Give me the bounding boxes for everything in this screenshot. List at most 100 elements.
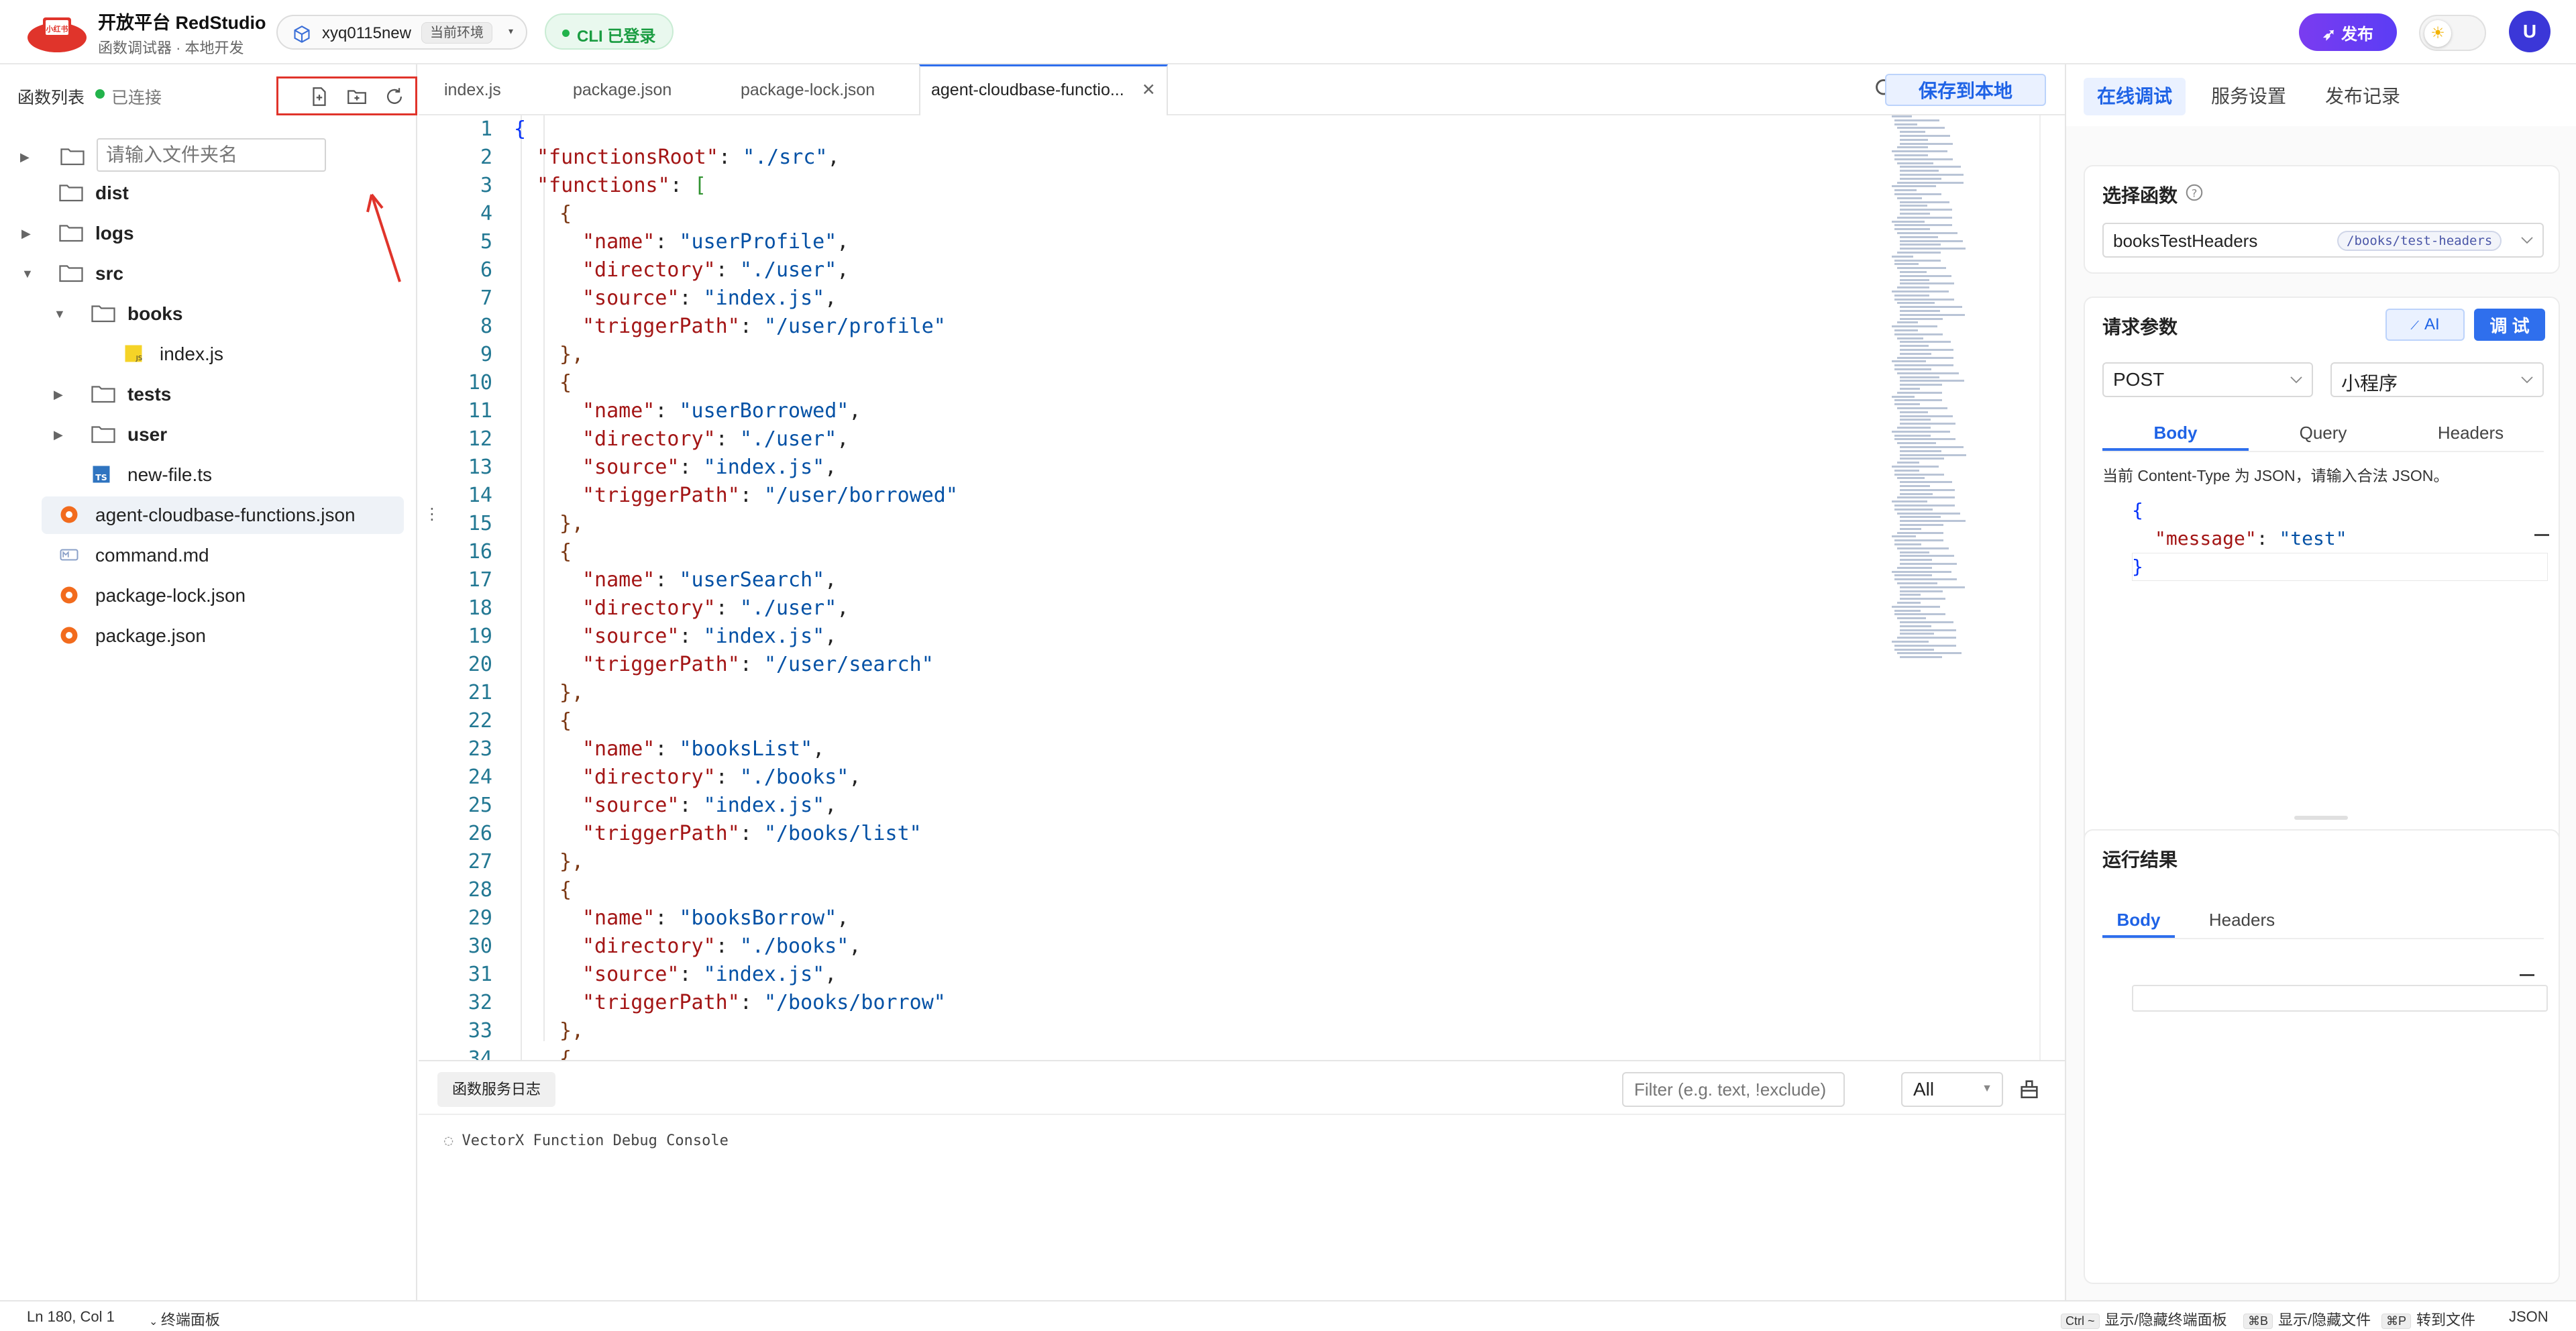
sidebar-title: 函数列表 — [17, 89, 85, 107]
brand-title: 开放平台 RedStudio — [98, 13, 266, 33]
tree-item-label: package.json — [95, 625, 207, 646]
clear-console-icon[interactable] — [2018, 1077, 2041, 1100]
tree-file[interactable]: command.md — [42, 537, 404, 574]
refresh-icon[interactable] — [383, 85, 406, 108]
tree-folder[interactable]: ▶ user — [42, 416, 404, 454]
tree-folder[interactable]: ▼ src — [21, 255, 404, 292]
tree-file[interactable]: package-lock.json — [42, 577, 404, 615]
minimap-line — [1894, 263, 1919, 266]
console-tab-function-logs[interactable]: 函数服务日志 — [437, 1072, 556, 1107]
client-select[interactable]: 小程序 — [2330, 362, 2544, 397]
json-open-brace: { — [2132, 499, 2143, 521]
method-select[interactable]: POST — [2102, 362, 2313, 397]
language-mode[interactable]: JSON — [2509, 1308, 2548, 1326]
avatar[interactable]: U — [2509, 11, 2551, 52]
ai-button[interactable]: ⟋ AI — [2385, 309, 2465, 341]
minimap-line — [1894, 609, 1921, 612]
tree-folder[interactable]: ▶ tests — [42, 376, 404, 413]
status-bar: Ln 180, Col 1 ⌄ 终端面板 Ctrl ~ 显示/隐藏终端面板 ⌘B 显… — [0, 1300, 2576, 1331]
chevron-right-icon[interactable]: ▶ — [20, 150, 30, 164]
tab-headers[interactable]: Headers — [2398, 415, 2544, 451]
log-filter-input[interactable] — [1622, 1072, 1845, 1107]
new-file-icon[interactable] — [308, 85, 331, 108]
tree-item-label: user — [127, 424, 168, 445]
minimap-line — [1900, 248, 1966, 250]
code-token: "./src" — [743, 146, 828, 169]
minimap-line — [1897, 181, 1964, 184]
minimap-line — [1894, 574, 1932, 577]
code-line: }, — [559, 848, 584, 876]
tab-query[interactable]: Query — [2250, 415, 2396, 451]
tree-file[interactable]: TS new-file.ts — [42, 456, 404, 494]
tab-service-settings[interactable]: 服务设置 — [2198, 78, 2300, 115]
minimap-line — [1900, 170, 1939, 172]
code-token: : — [715, 596, 740, 620]
log-level-select[interactable]: All ▼ — [1901, 1072, 2003, 1107]
theme-toggle[interactable]: ☀ — [2419, 15, 2486, 51]
terminal-toggle[interactable]: ⌄ 终端面板 — [149, 1308, 220, 1330]
close-icon[interactable]: ✕ — [1142, 81, 1156, 99]
chevron-right-icon[interactable]: ▶ — [54, 428, 63, 442]
code-token: "source" — [582, 794, 680, 817]
tab-result-body[interactable]: Body — [2102, 902, 2175, 938]
tab-label: agent-cloudbase-functio... — [931, 81, 1124, 99]
code-token: "directory" — [582, 935, 716, 958]
minimap-line — [1900, 559, 1932, 562]
chevron-right-icon[interactable]: ▶ — [21, 227, 31, 241]
panel-resize-handle[interactable] — [2294, 816, 2348, 820]
debug-button[interactable]: 调 试 — [2474, 309, 2545, 341]
code-line: "functions": [ — [537, 172, 706, 200]
environment-name: xyq0115new — [322, 24, 411, 42]
minimap-line — [1900, 656, 1942, 659]
minimap-line — [1900, 317, 1943, 320]
publish-button[interactable]: ➶ 发布 — [2299, 13, 2397, 51]
minimap[interactable] — [1885, 115, 2033, 659]
code-token: { — [559, 709, 572, 733]
line-number: 14 — [468, 484, 492, 507]
chevron-right-icon[interactable]: ▶ — [54, 388, 63, 402]
tree-file[interactable]: JS index.js — [42, 335, 404, 373]
environment-selector[interactable]: xyq0115new 当前环境 ▾ — [276, 15, 527, 50]
tab-result-headers[interactable]: Headers — [2195, 902, 2289, 938]
tab-index-js[interactable]: index.js — [433, 64, 512, 115]
minimap-line — [1892, 325, 1937, 328]
tree-file[interactable]: package.json — [42, 617, 404, 655]
code-line: "name": "userSearch", — [582, 566, 837, 594]
new-folder-input[interactable] — [97, 138, 326, 172]
editor-tabbar: index.js package.json package-lock.json … — [419, 64, 2065, 115]
request-body-editor[interactable]: { "message": "test" } — [2132, 496, 2549, 589]
tree-folder[interactable]: ▶ logs — [21, 215, 404, 252]
tab-package-json[interactable]: package.json — [562, 64, 682, 115]
help-icon[interactable]: ? — [2184, 182, 2204, 203]
folder-icon — [60, 148, 85, 166]
chevron-down-icon: ▾ — [508, 25, 514, 36]
function-select[interactable]: booksTestHeaders /books/test-headers — [2102, 223, 2544, 258]
code-token: "index.js" — [703, 794, 825, 817]
cursor-position[interactable]: Ln 180, Col 1 — [27, 1308, 115, 1326]
tree-folder[interactable]: ▼ books — [42, 295, 404, 333]
tab-online-debug[interactable]: 在线调试 — [2084, 78, 2186, 115]
tab-agent-cloudbase-functions[interactable]: agent-cloudbase-functio... ✕ — [919, 64, 1168, 115]
tab-body[interactable]: Body — [2102, 415, 2249, 451]
minimap-line — [1892, 500, 1927, 503]
minimap-line — [1894, 368, 1931, 370]
tab-publish-history[interactable]: 发布记录 — [2312, 78, 2414, 115]
sidebar-header: 函数列表 已连接 — [0, 64, 417, 125]
line-number: 24 — [468, 765, 492, 789]
minimap-line — [1894, 508, 1933, 511]
tree-folder[interactable]: dist — [42, 174, 404, 212]
tab-package-lock-json[interactable]: package-lock.json — [730, 64, 885, 115]
save-to-local-button[interactable]: 保存到本地 — [1885, 74, 2046, 106]
code-editor-area: index.js package.json package-lock.json … — [419, 64, 2065, 1300]
folder-icon — [91, 303, 115, 323]
chevron-down-icon[interactable]: ▼ — [21, 267, 34, 281]
tree-file[interactable]: agent-cloudbase-functions.json ⋮ — [42, 496, 440, 534]
chevron-down-icon[interactable]: ▼ — [54, 307, 66, 321]
minimap-line — [1894, 298, 1954, 301]
minimap-line — [1900, 201, 1949, 203]
new-folder-icon[interactable] — [345, 85, 368, 108]
code-token: "triggerPath" — [582, 484, 740, 507]
code-line: }, — [559, 341, 584, 369]
editor-scrollbar[interactable] — [2039, 115, 2041, 1122]
code-line: "directory": "./books", — [582, 763, 861, 792]
